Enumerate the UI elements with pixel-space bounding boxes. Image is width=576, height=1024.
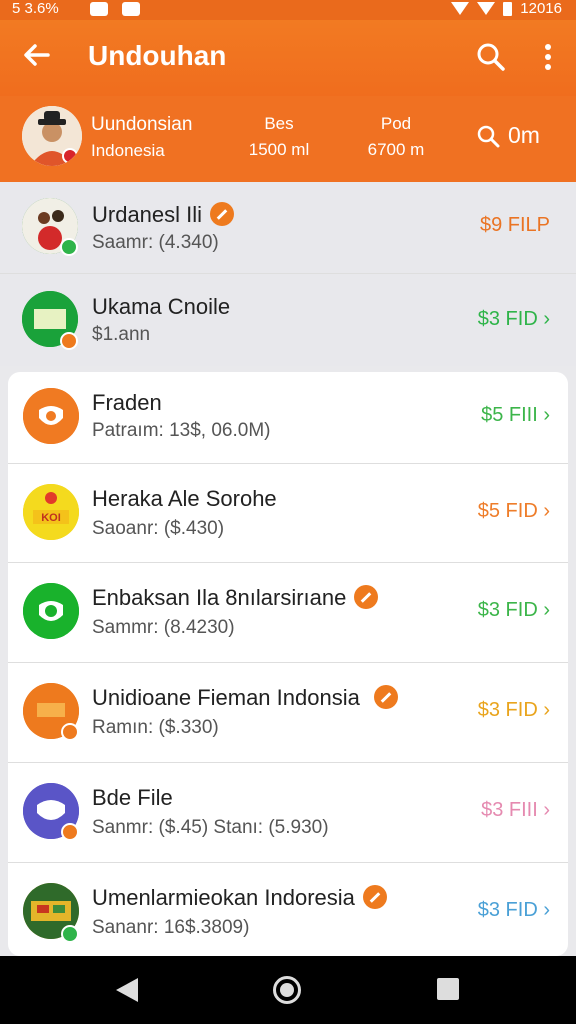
item-subtitle: Saamr: (4.340) [92,232,219,253]
search-icon[interactable] [476,124,500,148]
item-price[interactable]: $3 FID › [478,599,550,622]
signal-icon [477,2,496,15]
list-item[interactable]: Ukama Cnoile $1.ann $3 FID › [0,274,576,366]
item-logo-icon [23,583,79,639]
item-name: Umenlarmieokan Indoresia [92,885,387,911]
list-item[interactable]: Urdanesl Ili Saamr: (4.340) $9 FILP [0,182,576,274]
item-logo-icon: KOI [23,484,79,540]
item-price[interactable]: $3 FID › [478,899,550,922]
item-name: Bde File [92,785,173,810]
stat-value: 6700 m [367,140,425,159]
item-price[interactable]: $5 FIII › [481,404,550,427]
item-subtitle: $1.ann [92,324,151,345]
back-arrow-icon[interactable] [20,38,54,72]
system-icons: 12016 [451,0,562,17]
notification-icon [122,2,140,16]
list-item[interactable]: Unidioane Fieman Indonsia Ramın: ($.330)… [8,663,568,755]
item-logo-icon [23,388,79,444]
avatar[interactable] [22,106,82,166]
item-name: Urdanesl Ili [92,202,235,228]
back-triangle-icon[interactable] [116,978,138,1002]
svg-text:KOI: KOI [41,512,61,524]
list-item[interactable]: KOI Heraka Ale Sorohe Saoanr: ($.430) $5… [8,464,568,556]
recent-apps-icon[interactable] [437,978,459,1000]
verified-check-icon [60,238,78,256]
stat-label: Bes [264,114,294,133]
list-item[interactable]: Umenlarmieokan Indoresia Sananr: 16$.380… [8,863,568,955]
wifi-icon [451,2,470,15]
system-nav-bar [0,956,576,1024]
item-name: Heraka Ale Sorohe [92,486,277,511]
profile-name: Uundonsian [91,114,193,135]
stat-bes: Bes 1500 ml [244,114,314,160]
home-circle-icon[interactable] [273,976,301,1004]
item-price[interactable]: $5 FID › [478,500,550,523]
profile-country: Indonesia [91,141,165,160]
verified-check-icon [61,723,79,741]
verified-badge-icon [362,885,387,910]
app-bar: Undouhan [0,20,576,96]
item-subtitle: Ramın: ($.330) [92,717,219,738]
item-name: Fraden [92,390,162,415]
item-name: Unidioane Fieman Indonsia [92,685,398,711]
verified-badge-icon [210,202,235,227]
notification-icon [90,2,108,16]
verified-check-icon [61,925,79,943]
item-price[interactable]: $9 FILP [480,214,550,237]
verified-badge-icon [373,685,398,710]
stat-pod: Pod 6700 m [358,114,434,160]
item-price[interactable]: $3 FID › [478,699,550,722]
list-item[interactable]: Bde File Sanmr: ($.45) Stanı: (5.930) $3… [8,763,568,855]
item-subtitle: Sanmr: ($.45) Stanı: (5.930) [92,817,329,838]
item-subtitle: Sananr: 16$.3809) [92,917,250,938]
item-name: Ukama Cnoile [92,294,231,319]
status-bar: 5 3.6% 12016 [0,0,576,20]
battery-icon [503,1,513,16]
page-title: Undouhan [88,40,227,71]
item-subtitle: Sammr: (8.4230) [92,617,235,638]
quick-value: 0m [508,122,540,148]
stat-value: 1500 ml [248,140,310,159]
status-time: 5 3.6% [12,0,59,17]
item-price[interactable]: $3 FIII › [481,799,550,822]
verified-check-icon [61,823,79,841]
more-options-icon[interactable] [536,40,560,74]
stat-label: Pod [380,114,412,133]
item-name: Enbaksan Ila 8nılarsirıane [92,585,379,611]
list-item[interactable]: Enbaksan Ila 8nılarsirıane Sammr: (8.423… [8,563,568,655]
item-price[interactable]: $3 FID › [478,308,550,331]
profile-header: Uundonsian Indonesia Bes 1500 ml Pod 670… [0,96,576,182]
verified-check-icon [60,332,78,350]
search-icon[interactable] [474,40,508,74]
list-item[interactable]: Fraden Patraım: 13$, 06.0M) $5 FIII › [8,372,568,464]
item-subtitle: Saoanr: ($.430) [92,518,225,539]
status-clock: 12016 [520,0,562,17]
item-subtitle: Patraım: 13$, 06.0M) [92,420,271,441]
verified-badge-icon [354,585,379,610]
